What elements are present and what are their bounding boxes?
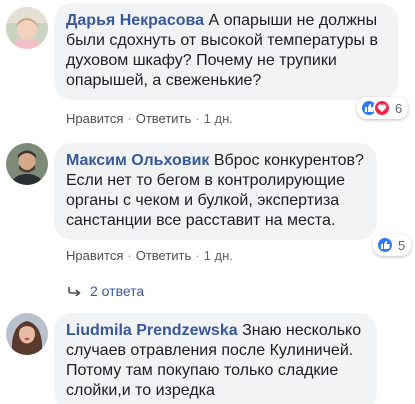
reaction-count: 5 xyxy=(398,237,406,253)
comment-time[interactable]: 1 дн. xyxy=(204,111,233,126)
reply-link[interactable]: Ответить xyxy=(136,248,192,263)
reply-arrow-icon xyxy=(68,283,82,299)
like-icon xyxy=(376,236,394,254)
avatar-photo xyxy=(6,7,48,49)
comment-author[interactable]: Дарья Некрасова xyxy=(66,12,204,29)
like-link[interactable]: Нравится xyxy=(66,111,123,126)
avatar[interactable] xyxy=(6,313,48,355)
view-replies-link[interactable]: 2 ответа xyxy=(68,283,144,299)
reply-link[interactable]: Ответить xyxy=(136,111,192,126)
avatar[interactable] xyxy=(6,7,48,49)
avatar-photo xyxy=(6,313,48,355)
like-link[interactable]: Нравится xyxy=(66,248,123,263)
reactions-summary[interactable]: 5 xyxy=(373,234,412,256)
comment-bubble: Liudmila Prendzewska Знаю несколько случ… xyxy=(54,313,377,404)
reaction-count: 6 xyxy=(395,100,403,116)
avatar-photo xyxy=(6,143,48,185)
love-icon xyxy=(373,99,391,117)
comment-time[interactable]: 1 дн. xyxy=(204,248,233,263)
comment-author[interactable]: Максим Ольховик xyxy=(66,152,209,169)
comment-author[interactable]: Liudmila Prendzewska xyxy=(66,322,238,339)
separator-dot: · xyxy=(195,111,200,126)
comment-actions: Нравится · Ответить · 1 дн. xyxy=(66,248,233,263)
reactions-summary[interactable]: 6 xyxy=(357,97,409,119)
comment-actions: Нравится · Ответить · 1 дн. xyxy=(66,111,233,126)
comment-bubble: Максим Ольховик Вброс конкурентов? Если … xyxy=(54,143,377,240)
avatar[interactable] xyxy=(6,143,48,185)
separator-dot: · xyxy=(127,111,132,126)
separator-dot: · xyxy=(195,248,200,263)
comment-bubble: Дарья Некрасова А опарыши не должны были… xyxy=(54,3,398,100)
replies-count-label: 2 ответа xyxy=(90,283,145,299)
separator-dot: · xyxy=(127,248,132,263)
